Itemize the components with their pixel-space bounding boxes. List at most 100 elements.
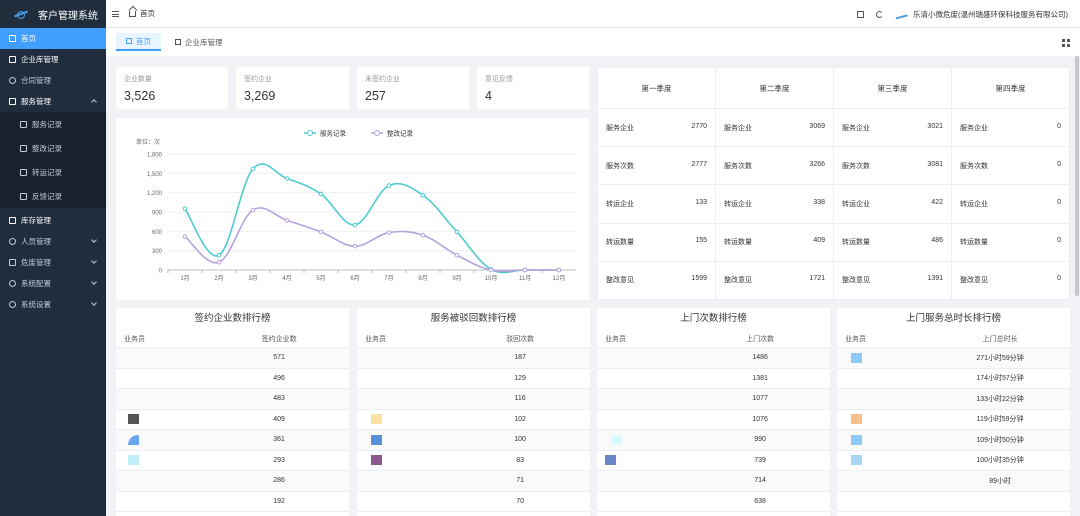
data-point bbox=[284, 218, 290, 223]
ranking-row: 739 bbox=[597, 451, 830, 471]
database-icon bbox=[9, 56, 16, 63]
chevron-down-icon bbox=[91, 279, 97, 285]
ranking-row bbox=[837, 492, 1070, 512]
x-tick-label: 4月 bbox=[282, 275, 291, 282]
metric-value: 192 bbox=[273, 497, 285, 505]
salesperson-cell bbox=[357, 430, 450, 450]
quarter-cell: 转运企业 133 bbox=[597, 184, 716, 224]
chevron-up-icon bbox=[91, 99, 97, 105]
salesperson-cell bbox=[116, 451, 209, 471]
quarter-metric-value: 422 bbox=[931, 198, 943, 206]
avatar bbox=[851, 455, 862, 466]
avatar bbox=[371, 414, 382, 425]
x-tick-label: 8月 bbox=[418, 275, 427, 282]
salesperson-cell bbox=[116, 430, 209, 450]
data-point bbox=[352, 222, 358, 228]
sidebar-item-staff[interactable]: 人员管理 bbox=[0, 231, 106, 252]
breadcrumb-home[interactable]: 首页 bbox=[140, 8, 155, 19]
sidebar-item-waste[interactable]: 危废管理 bbox=[0, 252, 106, 273]
quarter-cell: 整改意见 0 bbox=[951, 260, 1070, 301]
quarter-metric-label: 服务次数 bbox=[960, 162, 988, 170]
sidebar-item-enterprise[interactable]: 企业库管理 bbox=[0, 49, 106, 70]
quarter-metric-label: 转运数量 bbox=[606, 239, 634, 247]
sidebar-item-sysconfig[interactable]: 系统配置 bbox=[0, 273, 106, 294]
quarter-cell: 服务企业 3069 bbox=[715, 107, 834, 148]
quarter-cell: 服务次数 0 bbox=[951, 146, 1070, 186]
sidebar-item-syssettings[interactable]: 系统设置 bbox=[0, 294, 106, 315]
quarter-metric-value: 133 bbox=[695, 198, 707, 206]
salesperson-cell bbox=[116, 471, 209, 491]
sidebar-item-rectify-record[interactable]: 整改记录 bbox=[0, 136, 106, 160]
col-salesperson: 业务员 bbox=[605, 335, 626, 343]
quarter-row: 服务次数 2777 服务次数 3266 服务次数 3081 服务次数 0 bbox=[597, 146, 1070, 186]
stat-label: 意见反馈 bbox=[485, 76, 513, 83]
x-tick-label: 10月 bbox=[485, 275, 498, 282]
metric-value: 739 bbox=[754, 456, 766, 464]
metric-value: 102 bbox=[514, 415, 526, 423]
salesperson-cell bbox=[357, 492, 450, 512]
page-scrollbar[interactable] bbox=[1074, 56, 1080, 516]
sidebar-item-transfer-record[interactable]: 转运记录 bbox=[0, 160, 106, 184]
series-line-1 bbox=[184, 207, 559, 272]
sidebar-item-service-record[interactable]: 服务记录 bbox=[0, 112, 106, 136]
quarter-metric-value: 155 bbox=[695, 237, 707, 245]
sidebar-item-feedback-record[interactable]: 反馈记录 bbox=[0, 184, 106, 208]
quarter-metric-label: 转运企业 bbox=[842, 200, 870, 208]
col-metric: 上门次数 bbox=[746, 335, 775, 343]
salesperson-cell bbox=[357, 389, 450, 409]
ranking-rejected-services: 服务被驳回数排行榜 业务员 驳回次数 187 129 116 102 100 83 71 70 bbox=[357, 308, 590, 516]
quarter-metric-value: 1391 bbox=[927, 275, 943, 283]
quarter-metric-label: 转运企业 bbox=[724, 200, 752, 208]
metric-value: 496 bbox=[273, 374, 285, 382]
sidebar-item-service[interactable]: 服务管理 bbox=[0, 91, 106, 112]
user-account[interactable]: 乐清小微危废(温州瑞盛环保科技服务有限公司) bbox=[894, 9, 1068, 20]
salesperson-cell bbox=[116, 410, 209, 430]
data-point bbox=[488, 267, 494, 273]
quarter-cell: 转运数量 409 bbox=[715, 222, 834, 262]
ranking-row: 100 bbox=[357, 430, 590, 451]
refresh-icon[interactable] bbox=[876, 10, 883, 18]
layout-grid-icon[interactable] bbox=[1062, 39, 1070, 47]
y-tick-label: 1,200 bbox=[147, 191, 163, 197]
avatar bbox=[128, 414, 139, 425]
sidebar-item-contract[interactable]: 合同管理 bbox=[0, 70, 106, 91]
quarter-metric-label: 整改意见 bbox=[606, 277, 634, 285]
y-tick-label: 1,800 bbox=[147, 153, 163, 159]
metric-value: 1381 bbox=[752, 374, 768, 382]
quarter-metric-value: 0 bbox=[1057, 122, 1061, 130]
menu-toggle-icon[interactable] bbox=[112, 10, 119, 17]
tab-enterprise[interactable]: 企业库管理 bbox=[165, 33, 233, 51]
salesperson-cell bbox=[357, 471, 450, 491]
quarter-cell: 转运数量 486 bbox=[833, 222, 952, 262]
ranking-row: 1077 bbox=[597, 389, 830, 410]
quarter-metric-value: 1721 bbox=[809, 275, 825, 283]
y-tick-label: 900 bbox=[152, 211, 163, 217]
data-point bbox=[318, 191, 324, 197]
company-logo-icon bbox=[894, 9, 908, 19]
chevron-down-icon bbox=[91, 300, 97, 306]
tab-home[interactable]: 首页 bbox=[116, 33, 161, 51]
ranking-row: 483 bbox=[116, 389, 349, 410]
sidebar-item-home[interactable]: 首页 bbox=[0, 28, 106, 49]
quarter-metric-label: 服务次数 bbox=[842, 162, 870, 170]
quarter-header: 第二季度 bbox=[715, 67, 834, 109]
ranking-row: 361 bbox=[116, 430, 349, 451]
ranking-row: 129 bbox=[357, 369, 590, 389]
data-point bbox=[454, 252, 460, 258]
ranking-row: 174小时57分钟 bbox=[837, 369, 1070, 389]
scrollbar-thumb[interactable] bbox=[1075, 56, 1079, 296]
avatar bbox=[851, 352, 862, 363]
salesperson-cell bbox=[116, 492, 209, 512]
quarter-metric-value: 0 bbox=[1057, 198, 1061, 206]
avatar bbox=[851, 434, 862, 445]
salesperson-cell bbox=[837, 451, 930, 471]
col-salesperson: 业务员 bbox=[845, 335, 866, 343]
salesperson-cell bbox=[837, 369, 930, 389]
fullscreen-icon[interactable] bbox=[857, 10, 864, 18]
quarter-metric-value: 3081 bbox=[927, 160, 943, 168]
sidebar-item-inventory[interactable]: 库存管理 bbox=[0, 210, 106, 231]
service-icon bbox=[9, 98, 16, 105]
avatar bbox=[371, 434, 382, 445]
metric-value: 70 bbox=[516, 497, 524, 505]
ranking-row: 571 bbox=[116, 348, 349, 369]
